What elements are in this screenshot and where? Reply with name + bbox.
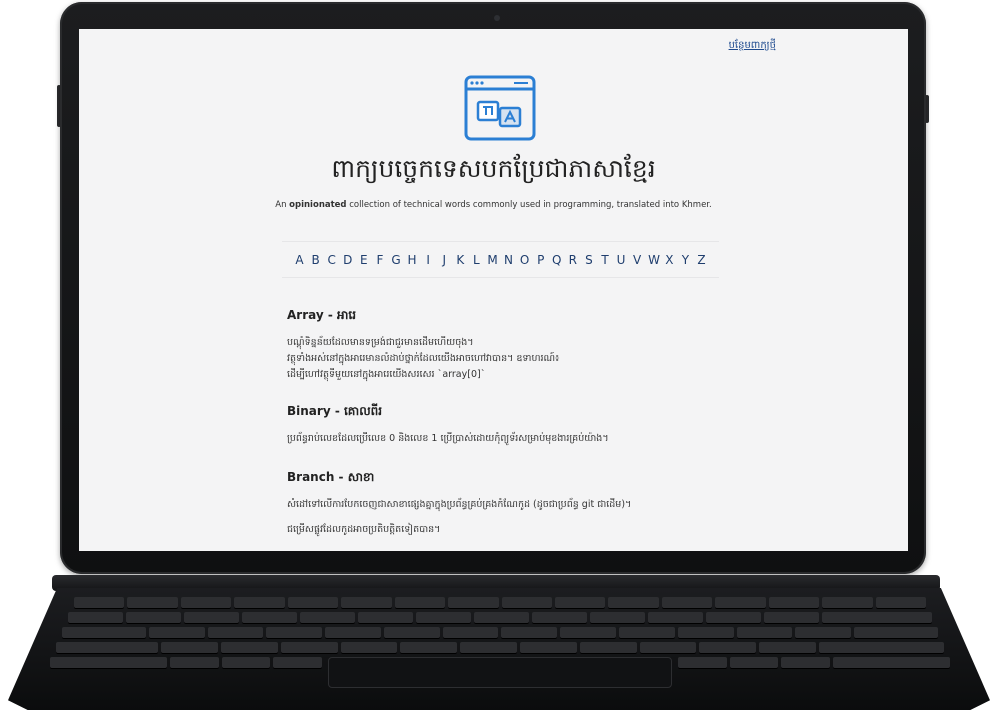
letter-link-h[interactable]: H <box>407 253 417 267</box>
site-title: ពាក្យបច្ចេកទេសបកប្រែជាភាសាខ្មែរ <box>331 154 656 183</box>
alphabet-nav: A B C D E F G H I J K L M N O P Q R S T … <box>282 241 719 278</box>
entry-definition: ប្រព័ន្ធរាប់លេខដែលប្រើលេខ 0 និងលេខ 1 ប្រ… <box>287 433 609 444</box>
letter-link-b[interactable]: B <box>311 253 321 267</box>
letter-link-i[interactable]: I <box>423 253 433 267</box>
entry-title: Binary - គោលពីរ <box>287 404 383 418</box>
entry-binary: Binary - គោលពីរ ប្រព័ន្ធរាប់លេខដែលប្រើលេ… <box>287 403 887 447</box>
entry-title: Branch - សាខា <box>287 470 375 484</box>
letter-link-x[interactable]: X <box>664 253 674 267</box>
entry-definition: ដើម្បីហៅវត្ថុទីមួយនៅក្នុងអារេយើងសរសេរ `a… <box>287 369 486 380</box>
letter-link-n[interactable]: N <box>503 253 513 267</box>
keyboard-base <box>8 588 990 710</box>
subtitle-prefix: An <box>275 200 290 210</box>
add-word-link[interactable]: បន្ថែមពាក្យថ្មី <box>724 38 776 53</box>
entry-definition: សំដៅទៅលើការបែកចេញជាសាខាផ្សេងគ្នាក្នុងប្រ… <box>287 499 632 510</box>
entry-definition: បណ្តុំទិន្នន័យដែលមានទម្រង់ជាជួរមានដើមហើយ… <box>287 337 474 348</box>
letter-link-g[interactable]: G <box>391 253 401 267</box>
entry-definition: ជម្រើសផ្លូវដែលកូដអាចប្រតិបត្តិតទៀតបាន។ <box>287 524 441 535</box>
letter-link-w[interactable]: W <box>648 253 660 267</box>
letter-link-d[interactable]: D <box>343 253 353 267</box>
letter-link-a[interactable]: A <box>294 253 304 267</box>
subtitle-suffix: collection of technical words commonly u… <box>346 200 712 210</box>
letter-link-r[interactable]: R <box>568 253 578 267</box>
letter-link-y[interactable]: Y <box>680 253 690 267</box>
letter-link-e[interactable]: E <box>359 253 369 267</box>
entry-branch: Branch - សាខា សំដៅទៅលើការបែកចេញជាសាខាផ្ស… <box>287 469 887 538</box>
translate-browser-icon <box>464 75 536 141</box>
subtitle-emphasis: opinionated <box>289 200 347 210</box>
letter-link-o[interactable]: O <box>520 253 530 267</box>
letter-link-q[interactable]: Q <box>552 253 562 267</box>
browser-screen: បន្ថែមពាក្យថ្មី ពាក្យបច្ចេកទេសបកប្រែជាភា… <box>79 29 908 551</box>
letter-link-j[interactable]: J <box>439 253 449 267</box>
site-subtitle: An opinionated collection of technical w… <box>79 200 908 210</box>
letter-link-p[interactable]: P <box>536 253 546 267</box>
letter-link-m[interactable]: M <box>487 253 497 267</box>
letter-link-k[interactable]: K <box>455 253 465 267</box>
letter-link-u[interactable]: U <box>616 253 626 267</box>
letter-link-t[interactable]: T <box>600 253 610 267</box>
letter-link-c[interactable]: C <box>327 253 337 267</box>
entry-definition: វត្ថុទាំងអស់នៅក្នុងអារេមានលំដាប់ថ្នាក់ដែ… <box>287 353 560 364</box>
camera-icon <box>494 15 500 21</box>
entry-array: Array - អារេ បណ្តុំទិន្នន័យដែលមានទម្រង់ជ… <box>287 307 887 383</box>
letter-link-v[interactable]: V <box>632 253 642 267</box>
trackpad[interactable] <box>328 657 672 688</box>
letter-link-s[interactable]: S <box>584 253 594 267</box>
letter-link-f[interactable]: F <box>375 253 385 267</box>
entry-title: Array - អារេ <box>287 308 357 322</box>
letter-link-z[interactable]: Z <box>696 253 706 267</box>
letter-link-l[interactable]: L <box>471 253 481 267</box>
